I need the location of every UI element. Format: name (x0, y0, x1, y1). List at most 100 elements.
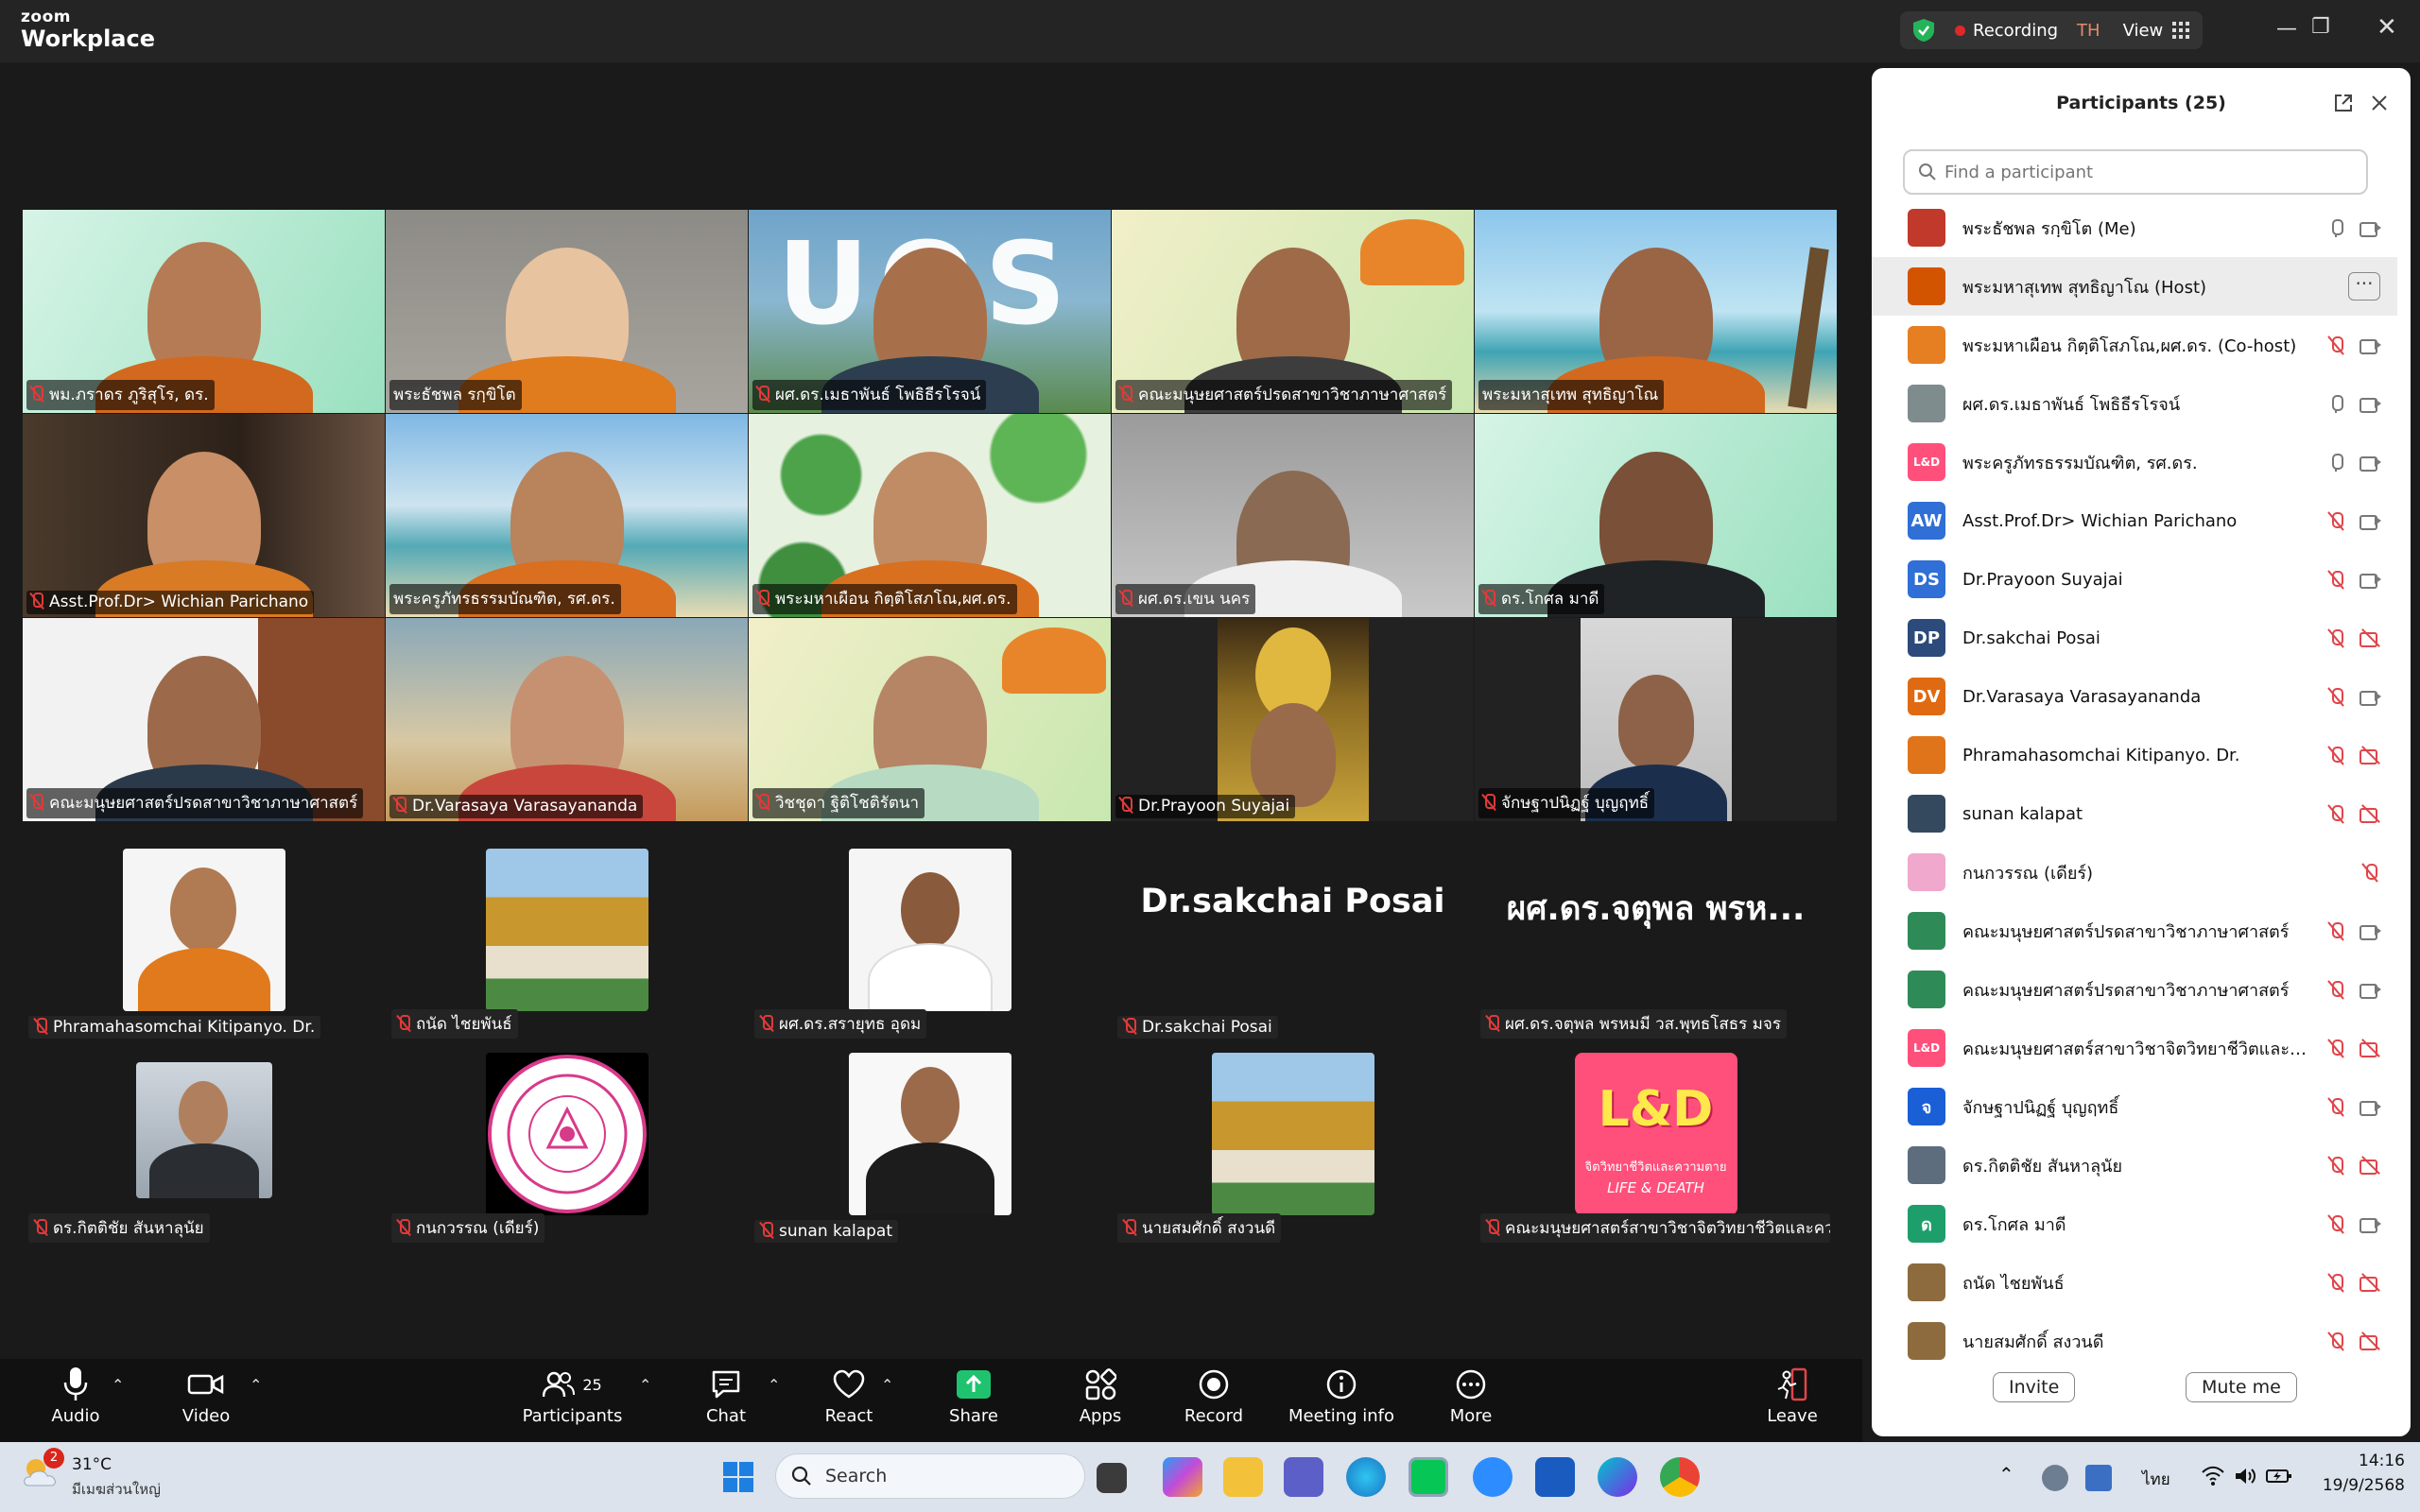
microphone-muted-icon[interactable] (2325, 335, 2346, 355)
microphone-muted-icon[interactable] (2325, 979, 2346, 1000)
microphone-muted-icon[interactable] (2325, 920, 2346, 941)
video-tile-active-speaker[interactable]: พระธัชพล รกฺขิโต (386, 210, 748, 413)
video-options-chevron-icon[interactable]: ⌃ (250, 1376, 262, 1394)
participant-row[interactable]: ดร.กิตติชัย สันหาลุนัย (1872, 1136, 2397, 1194)
clock-time[interactable]: 14:16 (2325, 1452, 2405, 1470)
avatar-tile[interactable]: sunan kalapat (749, 1041, 1111, 1245)
video-tile[interactable]: คณะมนุษยศาสตร์ปรดสาขาวิชาภาษาศาสตร์ (1112, 210, 1474, 413)
taskbar-search[interactable]: Search (775, 1453, 1085, 1499)
avatar-tile[interactable]: Phramahasomchai Kitipanyo. Dr. (23, 837, 385, 1040)
show-hidden-icons-chevron-icon[interactable]: ⌃ (1998, 1463, 2014, 1486)
microphone-icon[interactable] (2325, 393, 2346, 414)
zoom-app-icon[interactable] (1473, 1457, 1512, 1497)
video-tile[interactable]: พระมหาสุเทพ สุทธิญาโณ (1475, 210, 1837, 413)
record-button[interactable]: Record (1176, 1363, 1252, 1426)
video-off-icon[interactable] (2360, 627, 2380, 648)
participant-row[interactable]: L&D คณะมนุษยศาสตร์สาขาวิชาจิตวิทยาชีวิตแล… (1872, 1019, 2397, 1077)
video-tile[interactable]: ผศ.ดร.เขน นคร (1112, 414, 1474, 617)
recording-indicator[interactable]: Recording (1973, 21, 2058, 41)
clock-date[interactable]: 19/9/2568 (2307, 1476, 2405, 1495)
participant-row[interactable]: ด ดร.โกศล มาดี (1872, 1194, 2397, 1253)
microphone-icon[interactable] (2325, 217, 2346, 238)
battery-charging-icon[interactable] (2265, 1465, 2293, 1487)
video-tile[interactable]: UOS ผศ.ดร.เมธาพันธ์ โพธิธีรโรจน์ (749, 210, 1111, 413)
participant-row[interactable]: พระมหาเผือน กิตฺติโสภโณ,ผศ.ดร. (Co-host) (1872, 316, 2397, 374)
close-window-icon[interactable]: ✕ (2377, 13, 2397, 42)
more-button[interactable]: More (1433, 1363, 1509, 1426)
avatar-tile[interactable]: ผศ.ดร.จตุพล พรห... ผศ.ดร.จตุพล พรหมมี วส… (1475, 837, 1837, 1040)
popout-icon[interactable] (2333, 93, 2354, 113)
meeting-info-button[interactable]: Meeting info (1282, 1363, 1401, 1426)
video-camera-icon[interactable] (2360, 1213, 2381, 1234)
participant-search-input[interactable] (1945, 162, 2323, 182)
avatar-tile[interactable]: ถนัด ไชยพันธ์ (386, 837, 748, 1040)
volume-icon[interactable] (2233, 1465, 2257, 1487)
microphone-muted-icon[interactable] (2325, 1155, 2346, 1176)
video-off-icon[interactable] (2360, 1038, 2380, 1058)
participant-row[interactable]: ผศ.ดร.เมธาพันธ์ โพธิธีรโรจน์ (1872, 374, 2397, 433)
canva-icon[interactable] (1598, 1457, 1637, 1497)
mute-me-button[interactable]: Mute me (2186, 1372, 2297, 1402)
video-camera-icon[interactable] (2360, 979, 2381, 1000)
video-off-icon[interactable] (2360, 1331, 2380, 1351)
video-tile[interactable]: พระมหาเผือน กิตฺติโสภโณ,ผศ.ดร. (749, 414, 1111, 617)
view-button[interactable]: View (2123, 21, 2164, 41)
leave-button[interactable]: Leave (1754, 1363, 1830, 1426)
copilot-icon[interactable] (1163, 1457, 1202, 1497)
participant-row[interactable]: DP Dr.sakchai Posai (1872, 609, 2397, 667)
teams-icon[interactable] (1284, 1457, 1323, 1497)
video-tile[interactable]: วิชชุดา ฐิติโชติรัตนา (749, 618, 1111, 821)
participant-row[interactable]: คณะมนุษยศาสตร์ปรดสาขาวิชาภาษาศาสตร์ (1872, 902, 2397, 960)
participant-row[interactable]: DV Dr.Varasaya Varasayananda (1872, 667, 2397, 726)
participants-options-chevron-icon[interactable]: ⌃ (639, 1376, 651, 1394)
restore-icon[interactable]: ❐ (2311, 15, 2330, 39)
minimize-icon[interactable]: — (2276, 17, 2297, 41)
microphone-muted-icon[interactable] (2325, 803, 2346, 824)
video-off-icon[interactable] (2360, 1272, 2380, 1293)
video-tile[interactable]: พระครูภัทรธรรมบัณฑิต, รศ.ดร. (386, 414, 748, 617)
video-tile[interactable]: คณะมนุษยศาสตร์ปรดสาขาวิชาภาษาศาสตร์ (23, 618, 385, 821)
word-icon[interactable] (1535, 1457, 1575, 1497)
microphone-muted-icon[interactable] (2360, 862, 2380, 883)
participant-row[interactable]: คณะมนุษยศาสตร์ปรดสาขาวิชาภาษาศาสตร์ (1872, 960, 2397, 1019)
participant-row[interactable]: sunan kalapat (1872, 784, 2397, 843)
video-tile[interactable]: จักษฐาปนิฏฐ์ บุญฤทธิ์ (1475, 618, 1837, 821)
video-camera-icon[interactable] (2360, 569, 2381, 590)
file-explorer-icon[interactable] (1223, 1457, 1263, 1497)
chrome-icon[interactable] (1660, 1457, 1700, 1497)
microphone-muted-icon[interactable] (2325, 1213, 2346, 1234)
video-camera-icon[interactable] (2360, 1096, 2381, 1117)
participant-row[interactable]: พระธัชพล รกฺขิโต (Me) (1872, 198, 2397, 257)
microphone-muted-icon[interactable] (2325, 1272, 2346, 1293)
microphone-muted-icon[interactable] (2325, 627, 2346, 648)
react-options-chevron-icon[interactable]: ⌃ (881, 1376, 893, 1394)
participant-search[interactable] (1903, 149, 2368, 195)
participant-row[interactable]: DS Dr.Prayoon Suyajai (1872, 550, 2397, 609)
windows-start-icon[interactable] (722, 1461, 754, 1493)
encryption-shield-icon[interactable] (1911, 18, 1936, 43)
language-interpretation-button[interactable]: TH (2077, 21, 2100, 41)
chat-options-chevron-icon[interactable]: ⌃ (768, 1376, 780, 1394)
video-camera-icon[interactable] (2360, 686, 2381, 707)
avatar-tile[interactable]: กนกวรรณ (เดียร์) (386, 1041, 748, 1245)
microphone-muted-icon[interactable] (2325, 1038, 2346, 1058)
audio-button[interactable]: Audio (38, 1363, 113, 1426)
video-tile[interactable]: Asst.Prof.Dr> Wichian Parichano (23, 414, 385, 617)
invite-button[interactable]: Invite (1993, 1372, 2076, 1402)
avatar-tile[interactable]: ดร.กิตติชัย สันหาลุนัย (23, 1041, 385, 1245)
microphone-muted-icon[interactable] (2325, 686, 2346, 707)
keyboard-language[interactable]: ไทย (2142, 1467, 2170, 1492)
video-tile[interactable]: Dr.Prayoon Suyajai (1112, 618, 1474, 821)
video-camera-icon[interactable] (2360, 510, 2381, 531)
microphone-icon[interactable] (2325, 452, 2346, 472)
participant-row[interactable]: จ จักษฐาปนิฏฐ์ บุญฤทธิ์ (1872, 1077, 2397, 1136)
avatar-tile[interactable]: ผศ.ดร.สรายุทธ อุดม (749, 837, 1111, 1040)
avatar-tile[interactable]: L&D จิตวิทยาชีวิตและความตาย LIFE & DEATH… (1475, 1041, 1837, 1245)
video-camera-icon[interactable] (2360, 920, 2381, 941)
react-button[interactable]: React (811, 1363, 887, 1426)
participant-row[interactable]: นายสมศักดิ์ สงวนดี (1872, 1312, 2397, 1370)
participant-row[interactable]: AW Asst.Prof.Dr> Wichian Parichano (1872, 491, 2397, 550)
chat-button[interactable]: Chat (688, 1363, 764, 1426)
video-off-icon[interactable] (2360, 745, 2380, 765)
video-tile[interactable]: พม.ภราดร ภูริสุโร, ดร. (23, 210, 385, 413)
